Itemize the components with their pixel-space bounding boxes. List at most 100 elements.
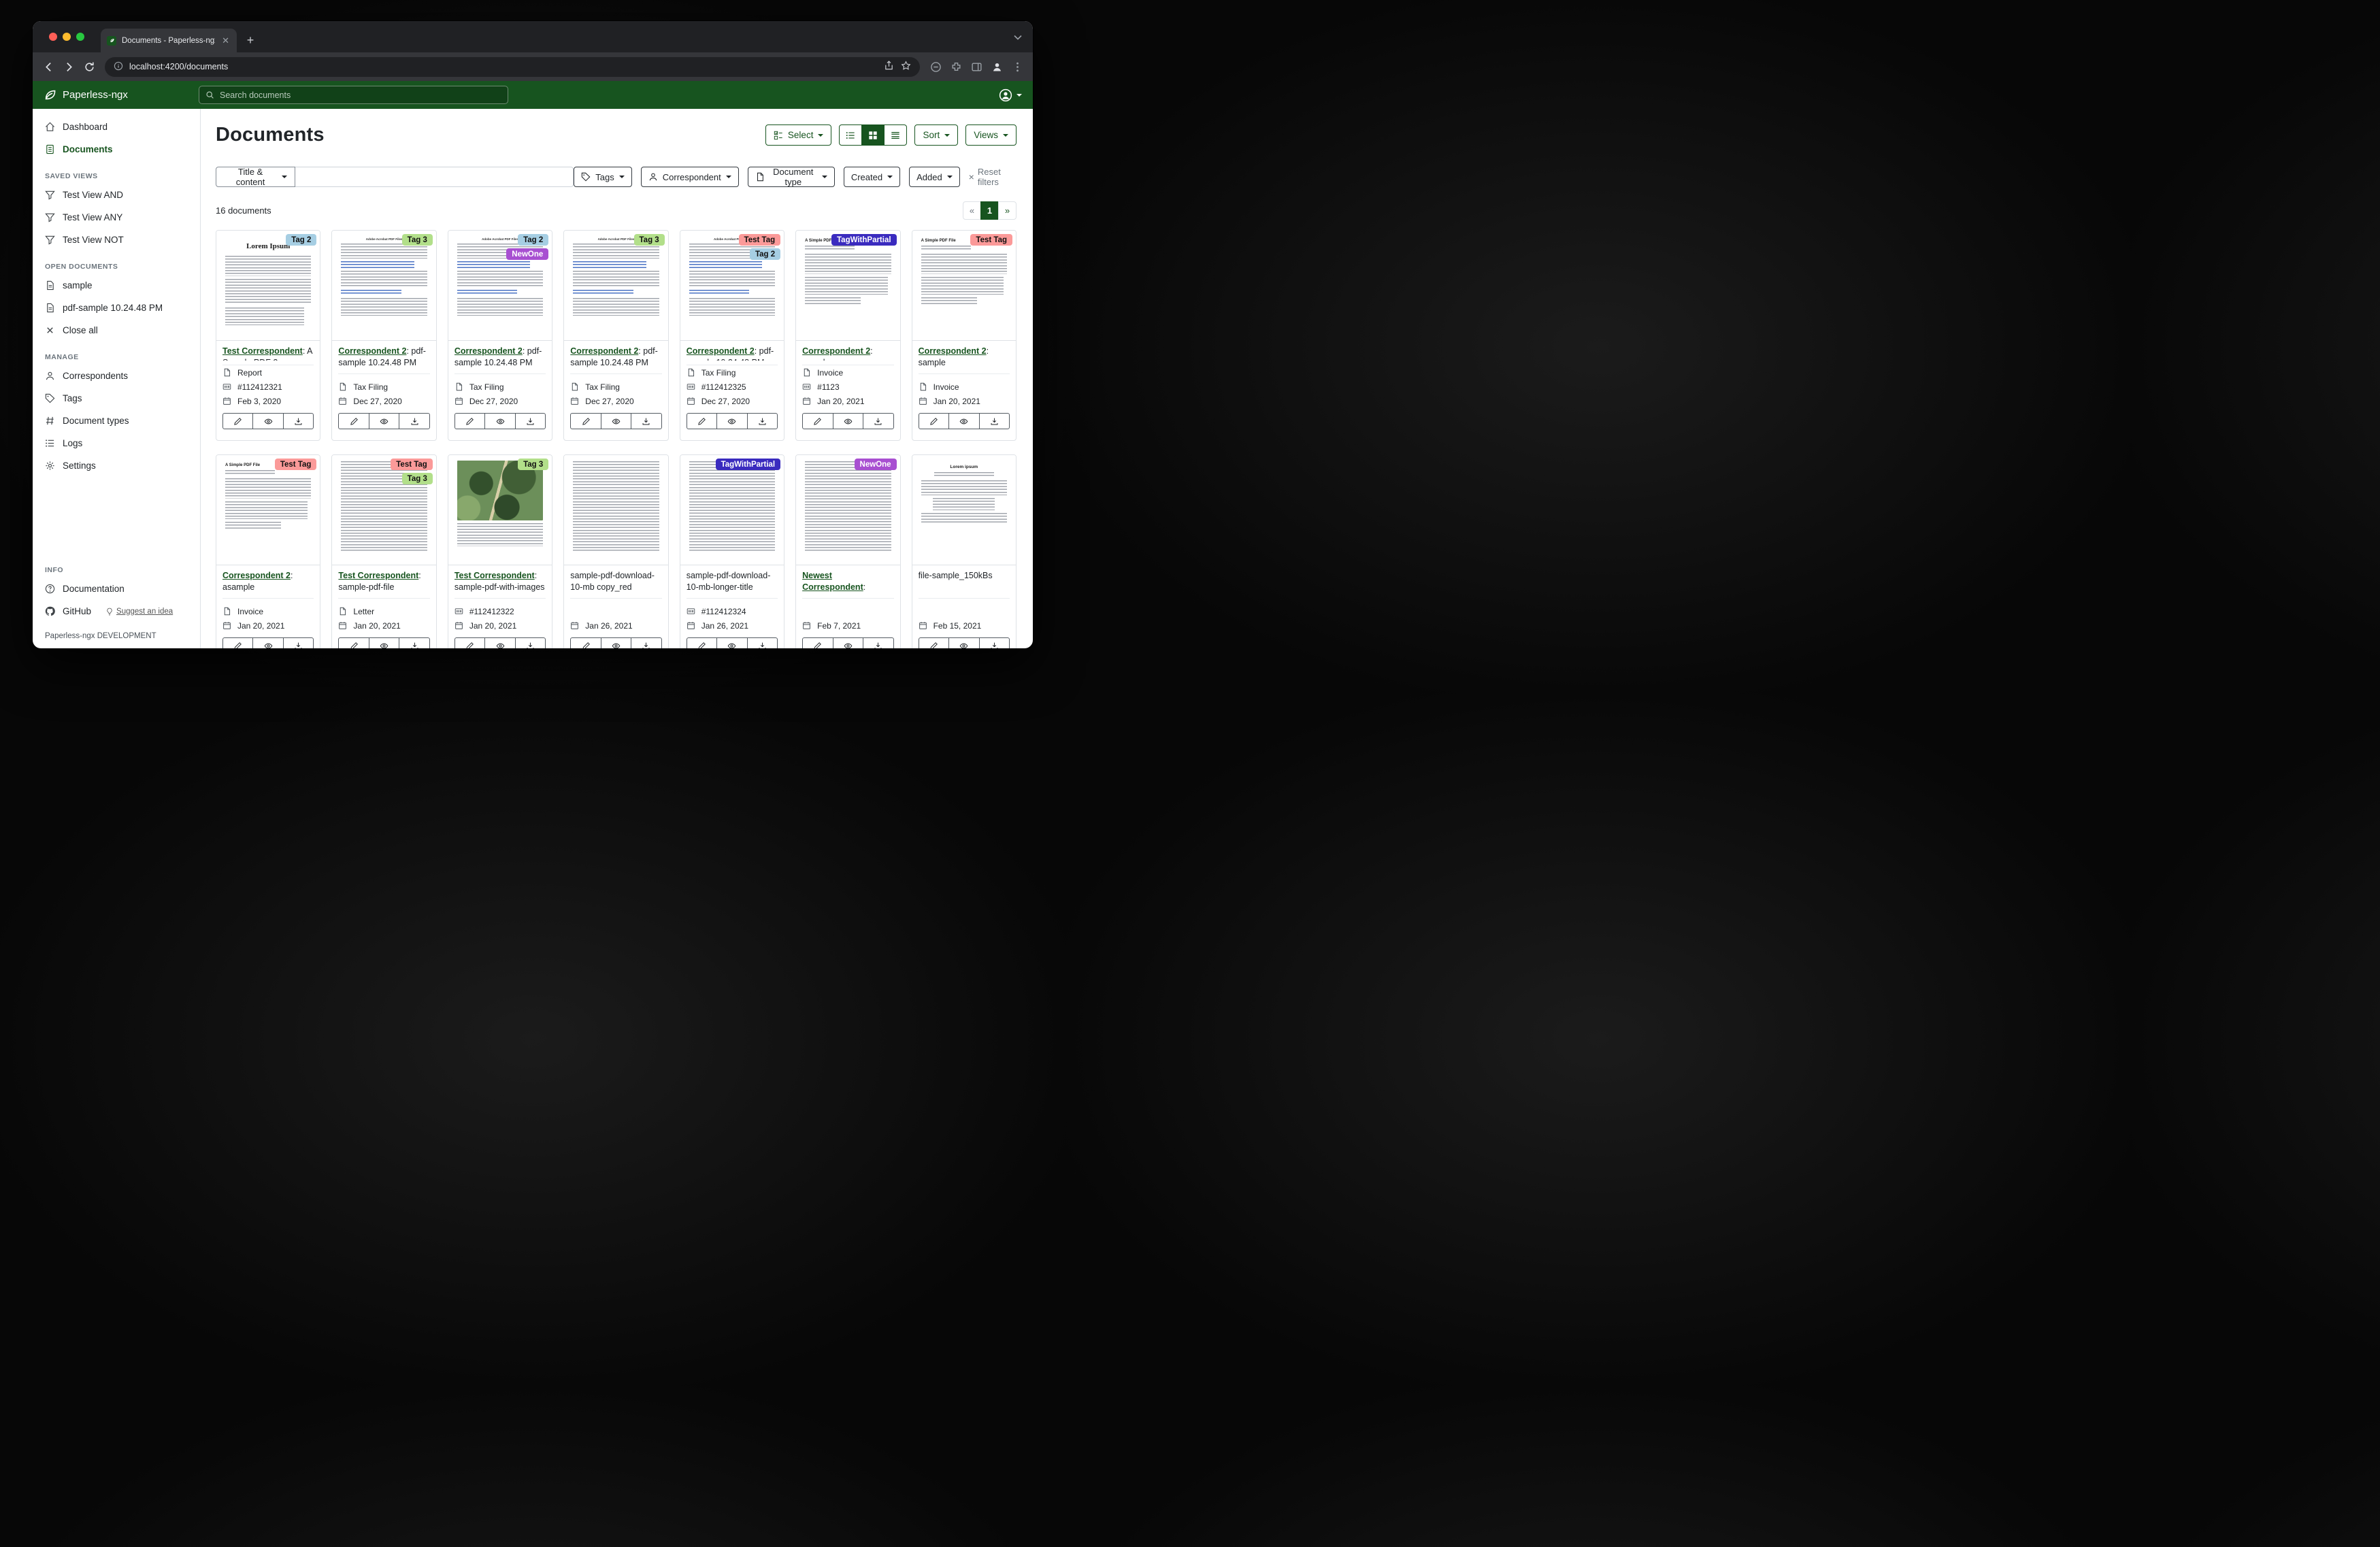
sidebar-item-github[interactable]: GitHubSuggest an idea (33, 600, 200, 622)
filter-query-input[interactable] (295, 167, 574, 187)
sidebar-item-pdf-sample-10-24-48-pm[interactable]: pdf-sample 10.24.48 PM (33, 297, 200, 319)
download-document-button[interactable] (515, 637, 546, 648)
sidebar-item-documentation[interactable]: Documentation (33, 578, 200, 600)
new-tab-button[interactable]: + (241, 31, 260, 50)
correspondent-filter-button[interactable]: Correspondent (641, 167, 739, 187)
edit-document-button[interactable] (919, 637, 949, 648)
bookmark-star-icon[interactable] (901, 61, 911, 73)
edit-document-button[interactable] (222, 637, 253, 648)
document-thumbnail[interactable]: A Simple PDF FileTest Tag (216, 455, 320, 565)
view-document-button[interactable] (716, 413, 747, 429)
tab-close-icon[interactable]: ✕ (220, 35, 231, 46)
download-document-button[interactable] (399, 413, 429, 429)
tag-badge[interactable]: Tag 2 (518, 234, 548, 246)
document-type-filter-button[interactable]: Document type (748, 167, 835, 187)
view-document-button[interactable] (484, 637, 515, 648)
download-document-button[interactable] (863, 637, 893, 648)
document-correspondent-link[interactable]: Test Correspondent (338, 571, 418, 580)
filter-field-dropdown[interactable]: Title & content (216, 167, 295, 187)
edit-document-button[interactable] (570, 413, 601, 429)
global-search[interactable] (199, 86, 508, 104)
reset-filters-button[interactable]: × Reset filters (969, 167, 1017, 187)
document-correspondent-link[interactable]: Correspondent 2 (687, 346, 755, 356)
document-title-link[interactable]: Test Correspondent: sample-pdf-with-imag… (454, 570, 546, 594)
document-thumbnail[interactable]: TagWithPartial (680, 455, 784, 565)
view-document-button[interactable] (252, 637, 283, 648)
app-brand[interactable]: Paperless-ngx (44, 88, 199, 101)
document-title-link[interactable]: Correspondent 2: pdf-sample 10.24.48 PM (454, 346, 546, 369)
forward-icon[interactable] (59, 56, 79, 77)
zoom-window-button[interactable] (76, 33, 84, 41)
view-document-button[interactable] (833, 637, 863, 648)
tag-badge[interactable]: TagWithPartial (831, 234, 897, 246)
download-document-button[interactable] (631, 413, 661, 429)
added-filter-button[interactable]: Added (909, 167, 960, 187)
tag-badge[interactable]: Tag 3 (402, 473, 433, 484)
document-thumbnail[interactable]: Adobe Acrobat PDF FilesTag 3 (564, 231, 667, 341)
download-document-button[interactable] (283, 413, 314, 429)
sidebar-item-document-types[interactable]: Document types (33, 410, 200, 432)
document-correspondent-link[interactable]: Correspondent 2 (338, 346, 406, 356)
document-thumbnail[interactable]: Adobe Acrobat PDF FilesTag 3 (332, 231, 435, 341)
view-document-button[interactable] (369, 637, 399, 648)
document-thumbnail[interactable]: Lorem IpsumTag 2 (216, 231, 320, 341)
created-filter-button[interactable]: Created (844, 167, 900, 187)
document-title-link[interactable]: file-sample_150kBs (919, 570, 1010, 594)
tag-badge[interactable]: NewOne (855, 459, 897, 470)
sidebar-item-correspondents[interactable]: Correspondents (33, 365, 200, 387)
edit-document-button[interactable] (222, 413, 253, 429)
view-document-button[interactable] (601, 413, 631, 429)
document-title-link[interactable]: Correspondent 2: pdf-sample 10.24.48 PM (687, 346, 778, 361)
sidebar-item-sample[interactable]: sample (33, 274, 200, 297)
document-correspondent-link[interactable]: Test Correspondent (222, 346, 303, 356)
tag-badge[interactable]: Test Tag (275, 459, 317, 470)
tag-badge[interactable]: Tag 3 (402, 234, 433, 246)
tag-badge[interactable]: Test Tag (739, 234, 781, 246)
download-document-button[interactable] (747, 637, 778, 648)
document-title-link[interactable]: sample-pdf-download-10-mb copy_red (570, 570, 661, 594)
suggest-idea-link[interactable]: Suggest an idea (105, 608, 173, 616)
menu-kebab-icon[interactable] (1007, 56, 1027, 77)
sidebar-item-dashboard[interactable]: Dashboard (33, 116, 200, 138)
document-correspondent-link[interactable]: Newest Correspondent (802, 571, 863, 592)
list-view-button[interactable] (839, 124, 862, 146)
document-correspondent-link[interactable]: Correspondent 2 (454, 346, 523, 356)
document-thumbnail[interactable]: Adobe Acrobat PDF FilesTest TagTag 2 (680, 231, 784, 341)
view-document-button[interactable] (252, 413, 283, 429)
view-document-button[interactable] (948, 637, 979, 648)
document-title-link[interactable]: Correspondent 2: pdf-sample 10.24.48 PM (338, 346, 429, 369)
edit-document-button[interactable] (570, 637, 601, 648)
document-thumbnail[interactable]: Tag 3 (448, 455, 552, 565)
back-icon[interactable] (38, 56, 59, 77)
document-title-link[interactable]: Correspondent 2: sample (919, 346, 1010, 369)
document-correspondent-link[interactable]: Correspondent 2 (802, 346, 870, 356)
sidebar-item-test-view-any[interactable]: Test View ANY (33, 206, 200, 229)
view-document-button[interactable] (601, 637, 631, 648)
view-document-button[interactable] (484, 413, 515, 429)
edit-document-button[interactable] (454, 637, 485, 648)
view-document-button[interactable] (716, 637, 747, 648)
document-thumbnail[interactable] (564, 455, 667, 565)
document-thumbnail[interactable]: NewOne (796, 455, 899, 565)
document-title-link[interactable]: Correspondent 2: asample (222, 570, 314, 594)
download-document-button[interactable] (979, 637, 1010, 648)
sort-button[interactable]: Sort (914, 124, 958, 146)
view-document-button[interactable] (369, 413, 399, 429)
page-info-icon[interactable] (114, 61, 123, 73)
sidebar-item-settings[interactable]: Settings (33, 454, 200, 477)
tag-badge[interactable]: Tag 3 (518, 459, 548, 470)
download-document-button[interactable] (979, 413, 1010, 429)
side-panel-icon[interactable] (966, 56, 987, 77)
document-correspondent-link[interactable]: Correspondent 2 (570, 346, 638, 356)
tag-badge[interactable]: Test Tag (391, 459, 433, 470)
profile-avatar-icon[interactable] (987, 56, 1007, 77)
edit-document-button[interactable] (919, 413, 949, 429)
download-document-button[interactable] (863, 413, 893, 429)
document-correspondent-link[interactable]: Test Correspondent (454, 571, 535, 580)
pagination-prev-button[interactable]: « (963, 201, 981, 220)
address-bar[interactable]: localhost:4200/documents (105, 57, 920, 77)
download-document-button[interactable] (747, 413, 778, 429)
browser-tab[interactable]: Documents - Paperless-ngx ✕ (101, 29, 237, 52)
detail-view-button[interactable] (884, 124, 907, 146)
edit-document-button[interactable] (338, 413, 369, 429)
